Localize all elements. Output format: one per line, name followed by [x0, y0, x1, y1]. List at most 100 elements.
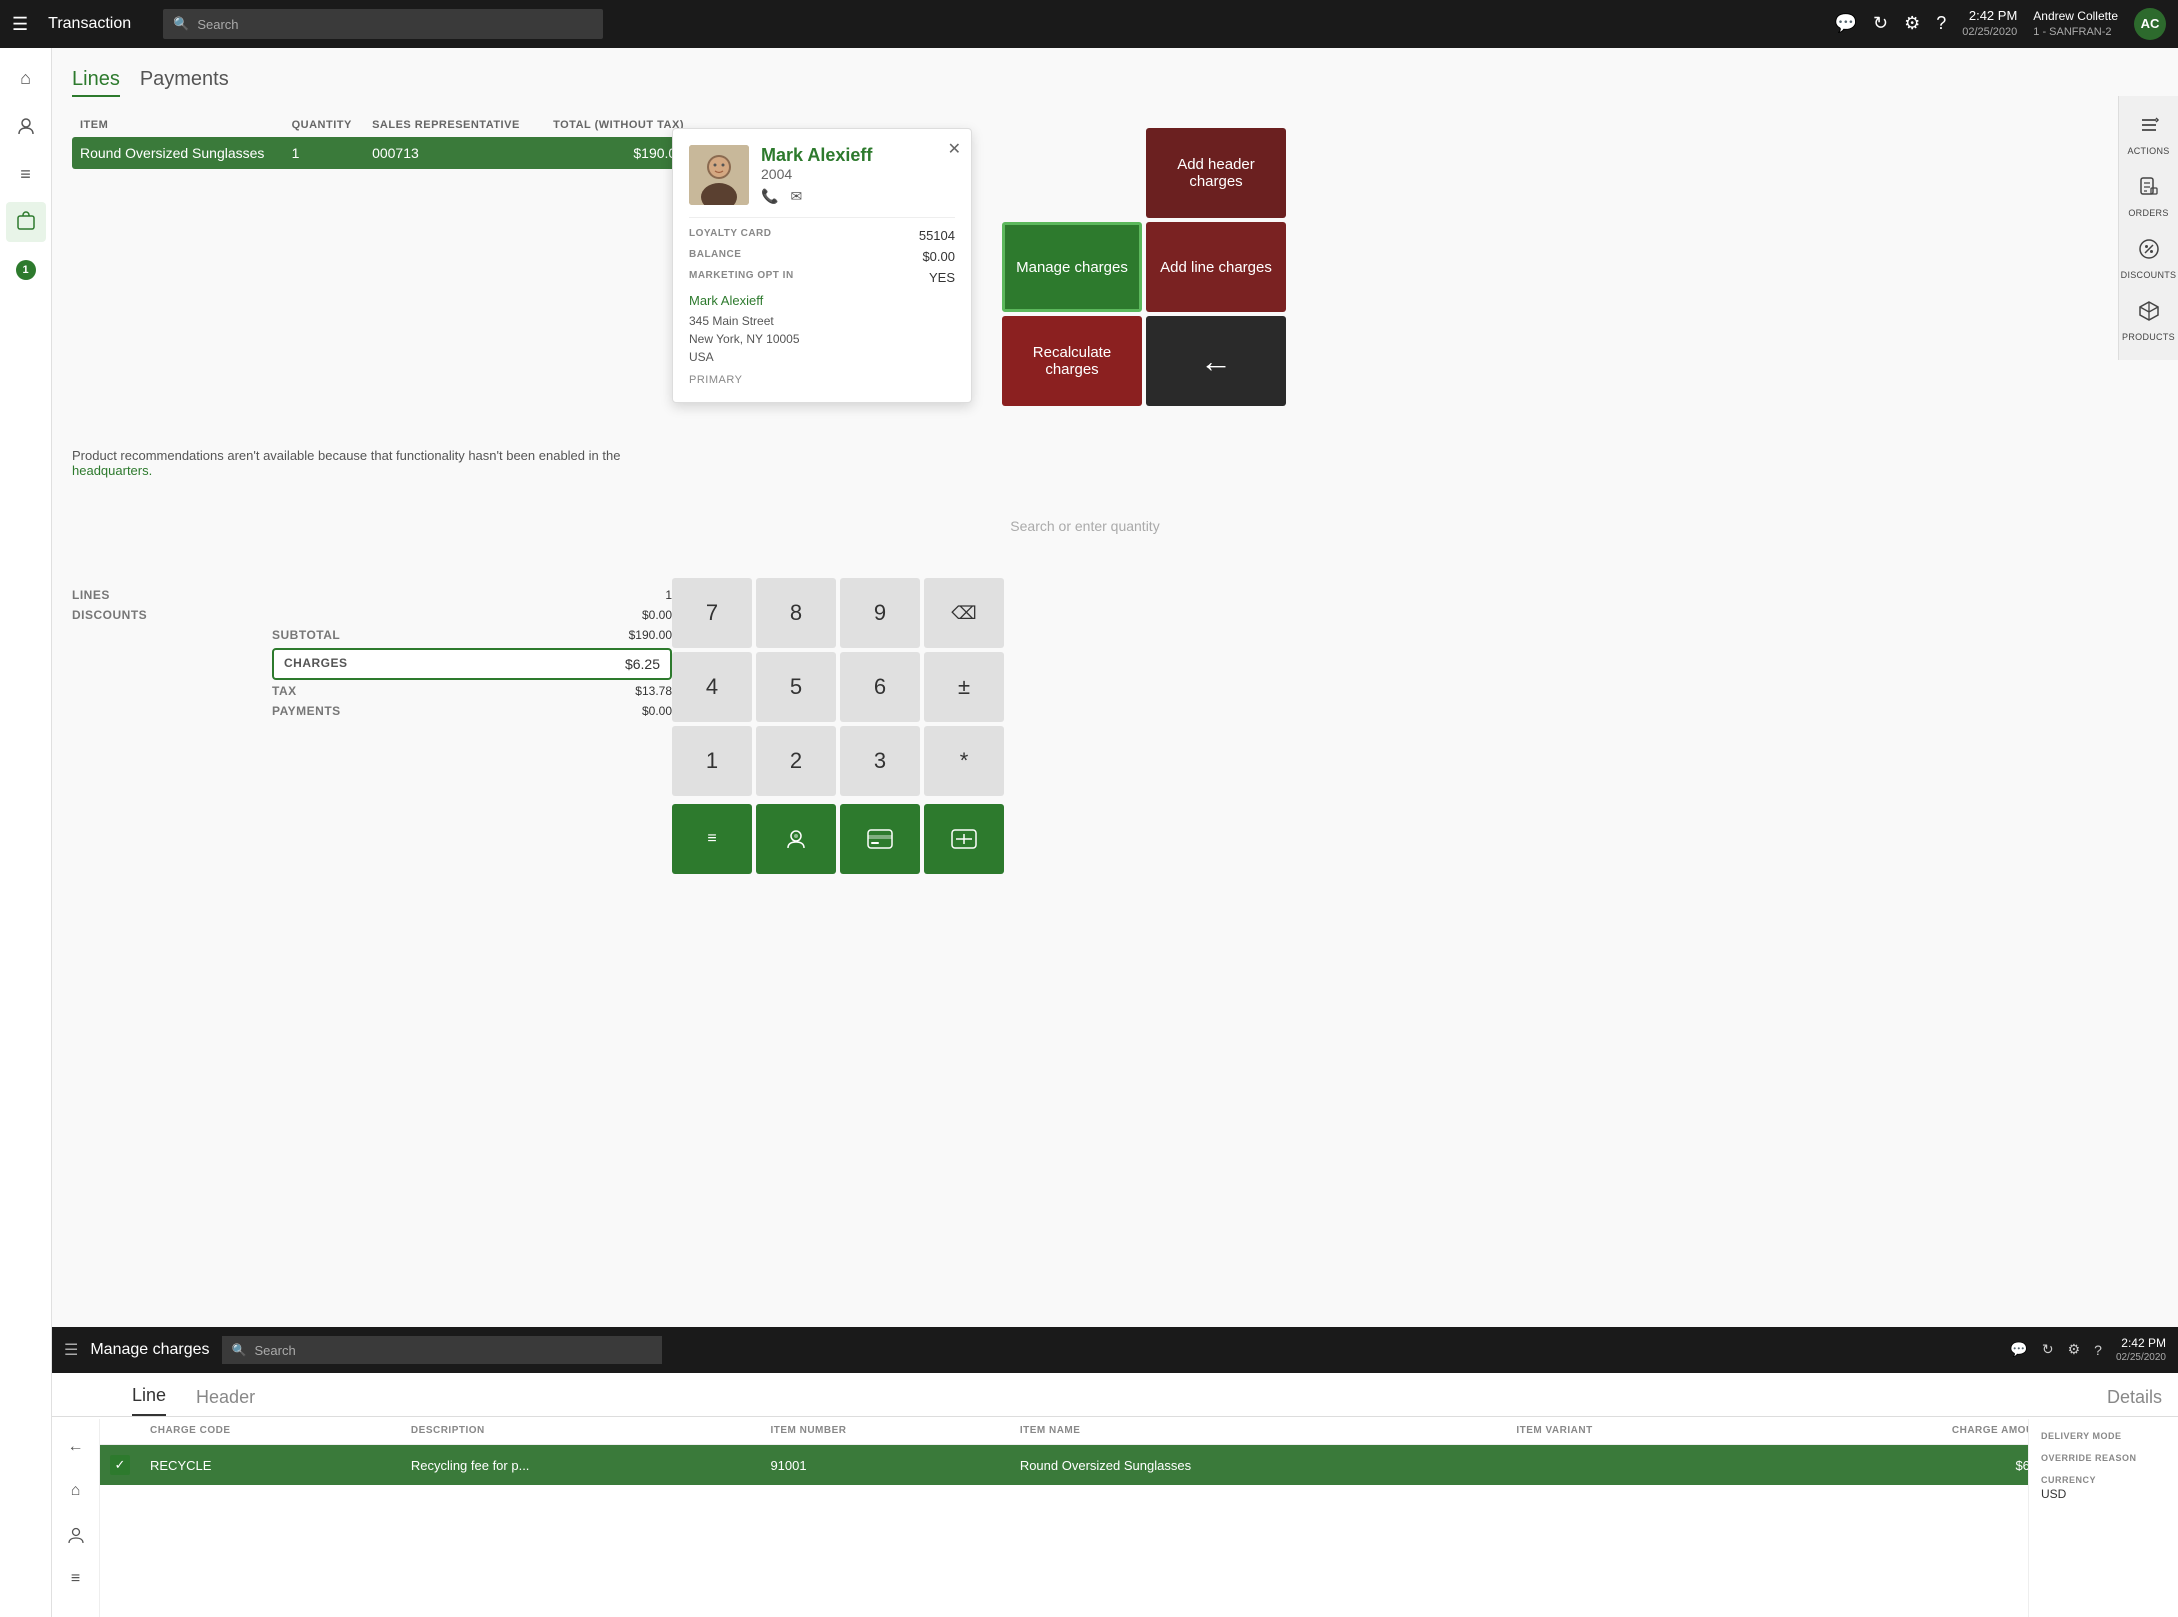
mc-col-variant: ITEM VARIANT	[1506, 1417, 1756, 1445]
numpad-8[interactable]: 8	[756, 578, 836, 648]
orders-label: ORDERS	[2128, 208, 2168, 218]
card-button[interactable]	[840, 804, 920, 874]
discounts-panel-item[interactable]: DISCOUNTS	[2119, 230, 2178, 288]
hamburger-icon[interactable]: ☰	[12, 14, 28, 35]
mc-tab-line[interactable]: Line	[132, 1385, 166, 1416]
mc-chat-icon[interactable]: 💬	[2010, 1341, 2027, 1358]
col-total: TOTAL (WITHOUT TAX)	[537, 113, 692, 137]
transaction-area: Lines Payments ITEM QUANTITY SALES REPRE…	[52, 48, 2178, 169]
table-row[interactable]: Round Oversized Sunglasses 1 000713 $190…	[72, 137, 692, 169]
cell-quantity: 1	[284, 137, 364, 169]
mc-right-icons: 💬 ↻ ⚙ ? 2:42 PM 02/25/2020	[2010, 1335, 2166, 1366]
numpad-9[interactable]: 9	[840, 578, 920, 648]
user-avatar[interactable]: AC	[2134, 8, 2166, 40]
recommendation-text: Product recommendations aren't available…	[72, 448, 672, 478]
actions-panel-item[interactable]: ACTIONS	[2119, 106, 2178, 164]
manage-charges-overlay: ☰ Manage charges 🔍 Search 💬 ↻ ⚙ ? 2:42 P…	[52, 1327, 2178, 1617]
email-icon[interactable]: ✉	[790, 188, 802, 205]
recalculate-charges-button[interactable]: Recalculate charges	[1002, 316, 1142, 406]
numpad-6[interactable]: 6	[840, 652, 920, 722]
mc-date: 02/25/2020	[2116, 1351, 2166, 1365]
delivery-mode-detail: DELIVERY MODE	[2041, 1431, 2166, 1441]
add-header-charges-button[interactable]: Add header charges	[1146, 128, 1286, 218]
top-nav: ☰ Transaction 🔍 Search 💬 ↻ ⚙ ? 2:42 PM 0…	[0, 0, 2178, 48]
numpad-4[interactable]: 4	[672, 652, 752, 722]
tab-payments[interactable]: Payments	[140, 68, 229, 97]
action-panel: Add header charges Manage charges Add li…	[1002, 128, 1286, 406]
customer-header: Mark Alexieff 2004 📞 ✉	[689, 145, 955, 205]
mc-time: 2:42 PM	[2116, 1335, 2166, 1352]
sidebar-item-customer[interactable]	[6, 106, 46, 146]
user-name: Andrew Collette	[2033, 8, 2118, 25]
add-line-charges-button[interactable]: Add line charges	[1146, 222, 1286, 312]
chat-icon[interactable]: 💬	[1835, 13, 1857, 34]
headquarters-link[interactable]: headquarters.	[72, 463, 152, 478]
payments-summary: PAYMENTS $0.00	[272, 704, 672, 718]
mc-search[interactable]: 🔍 Search	[222, 1336, 662, 1364]
col-sales-rep: SALES REPRESENTATIVE	[364, 113, 537, 137]
mc-cell-variant	[1506, 1445, 1756, 1486]
lines-table: ITEM QUANTITY SALES REPRESENTATIVE TOTAL…	[72, 113, 692, 169]
back-button[interactable]: ←	[1146, 316, 1286, 406]
numpad-plus-minus[interactable]: ±	[924, 652, 1004, 722]
total-button[interactable]: ≡	[672, 804, 752, 874]
mc-hamburger[interactable]: ☰	[64, 1340, 78, 1360]
charges-summary-highlighted: CHARGES $6.25	[272, 648, 672, 680]
mc-title: Manage charges	[90, 1341, 209, 1359]
badge-count: 1	[16, 260, 36, 280]
refresh-icon[interactable]: ↻	[1873, 13, 1888, 34]
loyalty-button[interactable]	[756, 804, 836, 874]
payment-button[interactable]	[924, 804, 1004, 874]
settings-icon[interactable]: ⚙	[1904, 13, 1920, 34]
numpad-5[interactable]: 5	[756, 652, 836, 722]
mc-cell-code: RECYCLE	[140, 1445, 401, 1486]
mc-top-nav: ☰ Manage charges 🔍 Search 💬 ↻ ⚙ ? 2:42 P…	[52, 1327, 2178, 1373]
sidebar-item-menu[interactable]: ≡	[6, 154, 46, 194]
mc-tabs: Line Header Details	[52, 1373, 2178, 1417]
mc-cell-checkbox[interactable]: ✓	[100, 1445, 140, 1486]
close-customer-card[interactable]: ✕	[948, 139, 961, 159]
mc-tab-header[interactable]: Header	[196, 1387, 255, 1416]
manage-charges-button[interactable]: Manage charges	[1002, 222, 1142, 312]
customer-photo	[689, 145, 749, 205]
mc-details-panel: DELIVERY MODE OVERRIDE REASON CURRENCY U…	[2028, 1419, 2178, 1617]
phone-icon[interactable]: 📞	[761, 188, 778, 205]
row-checkbox[interactable]: ✓	[110, 1455, 130, 1475]
global-search[interactable]: 🔍 Search	[163, 9, 603, 39]
action-btns-row: ≡	[672, 804, 2118, 874]
mc-table-row[interactable]: ✓ RECYCLE Recycling fee for p... 91001 R…	[100, 1445, 2058, 1486]
mc-settings-icon[interactable]: ⚙	[2068, 1341, 2081, 1358]
numpad-2[interactable]: 2	[756, 726, 836, 796]
numpad-asterisk[interactable]: *	[924, 726, 1004, 796]
actions-label: ACTIONS	[2127, 146, 2169, 156]
mc-col-item-name: ITEM NAME	[1010, 1417, 1507, 1445]
mc-cell-desc: Recycling fee for p...	[401, 1445, 761, 1486]
sidebar-item-home[interactable]: ⌂	[6, 58, 46, 98]
numpad-7[interactable]: 7	[672, 578, 752, 648]
override-reason-detail: OVERRIDE REASON	[2041, 1453, 2166, 1463]
orders-panel-item[interactable]: ORDERS	[2119, 168, 2178, 226]
tax-summary: TAX $13.78	[272, 684, 672, 698]
mc-charges-table: CHARGE CODE DESCRIPTION ITEM NUMBER ITEM…	[100, 1417, 2058, 1485]
app-title: Transaction	[48, 15, 131, 33]
numpad-backspace[interactable]: ⌫	[924, 578, 1004, 648]
mc-cell-amount: $6.25	[1757, 1445, 2059, 1486]
mc-help-icon[interactable]: ?	[2094, 1342, 2102, 1358]
date: 02/25/2020	[1962, 25, 2017, 40]
help-icon[interactable]: ?	[1936, 13, 1946, 34]
numpad-1[interactable]: 1	[672, 726, 752, 796]
discounts-label: DISCOUNTS	[2121, 270, 2177, 280]
mc-cell-item-name: Round Oversized Sunglasses	[1010, 1445, 1507, 1486]
left-sidebar: ⌂ ≡ 1	[0, 48, 52, 1617]
top-right-icons: 💬 ↻ ⚙ ? 2:42 PM 02/25/2020 Andrew Collet…	[1835, 7, 2166, 41]
user-location: 1 - SANFRAN-2	[2033, 25, 2118, 40]
numpad-3[interactable]: 3	[840, 726, 920, 796]
discounts-icon	[2138, 238, 2160, 266]
mc-refresh-icon[interactable]: ↻	[2042, 1341, 2054, 1358]
products-panel-item[interactable]: PRODUCTS	[2119, 292, 2178, 350]
tab-lines[interactable]: Lines	[72, 68, 120, 97]
sidebar-item-cart[interactable]	[6, 202, 46, 242]
discounts-summary: DISCOUNTS $0.00	[72, 608, 672, 622]
sidebar-item-badge[interactable]: 1	[6, 250, 46, 290]
mc-body: ← ⌂ ≡ Line Header Details	[52, 1373, 2178, 1617]
